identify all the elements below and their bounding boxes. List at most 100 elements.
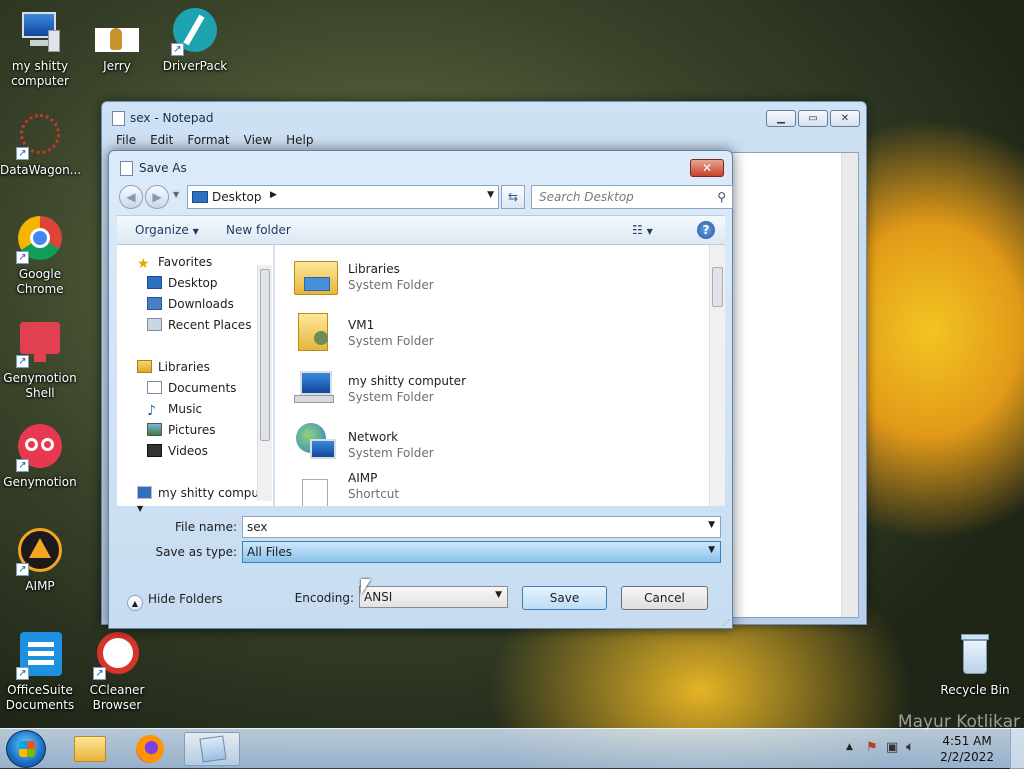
collapse-up-icon: ▲	[127, 595, 143, 611]
menu-file[interactable]: File	[109, 132, 143, 150]
maximize-button[interactable]: ▭	[798, 110, 828, 127]
list-item[interactable]: my shitty computer System Folder	[292, 365, 672, 415]
desktop-icon-label: OfficeSuite Documents	[5, 683, 75, 712]
libraries-icon	[137, 360, 152, 373]
recent-locations-chevron-icon[interactable]: ▼	[173, 190, 179, 199]
nav-pictures[interactable]: Pictures	[147, 423, 216, 437]
downloads-icon	[147, 297, 162, 310]
libraries-folder-icon	[292, 253, 338, 299]
ccleaner-icon: ↗	[93, 632, 141, 680]
nav-libraries[interactable]: Libraries	[137, 360, 210, 374]
new-folder-button[interactable]: New folder	[226, 223, 291, 237]
network-icon[interactable]: ▣	[886, 740, 898, 755]
firefox-icon	[136, 735, 164, 763]
computer-icon	[292, 365, 338, 411]
list-item[interactable]: Libraries System Folder	[292, 253, 672, 303]
desktop-icon-label: Jerry	[103, 59, 131, 73]
taskbar-explorer[interactable]	[62, 732, 118, 766]
list-item[interactable]: AIMP Shortcut	[292, 471, 672, 506]
file-name: my shitty computer	[348, 374, 466, 388]
save-type-dropdown-icon[interactable]: ▼	[708, 545, 715, 555]
shortcut-arrow-icon: ↗	[16, 563, 29, 576]
desktop-icon-datawagon[interactable]: ↗ DataWagon...	[0, 112, 81, 178]
notepad-icon	[112, 111, 125, 126]
nav-recent-places[interactable]: Recent Places	[147, 318, 251, 332]
menu-format[interactable]: Format	[180, 132, 236, 150]
save-type-select[interactable]: All Files ▼	[242, 541, 721, 563]
windows-logo-icon	[19, 741, 35, 757]
forward-button[interactable]: ▶	[145, 185, 169, 209]
menu-edit[interactable]: Edit	[143, 132, 180, 150]
address-dropdown-icon[interactable]: ▼	[487, 190, 494, 200]
encoding-select[interactable]: ANSI ▼	[359, 586, 508, 608]
recent-places-icon	[147, 318, 162, 331]
file-type: Shortcut	[348, 487, 400, 501]
user-folder-icon	[292, 309, 338, 355]
organize-button[interactable]: Organize ▼	[135, 223, 199, 237]
nav-pane-scrollbar[interactable]	[257, 265, 272, 501]
nav-favorites[interactable]: ★ Favorites	[137, 255, 212, 272]
desktop-icon-officesuite[interactable]: ↗ OfficeSuite Documents	[0, 632, 80, 713]
minimize-button[interactable]: ▁	[766, 110, 796, 127]
refresh-button[interactable]: ⇆	[501, 185, 525, 209]
encoding-dropdown-icon[interactable]: ▼	[495, 590, 502, 600]
breadcrumb-chevron-icon[interactable]: ▶	[270, 190, 277, 200]
taskbar-firefox[interactable]	[122, 732, 178, 766]
file-name-input[interactable]: sex ▼	[242, 516, 721, 538]
save-button[interactable]: Save	[522, 586, 607, 610]
save-type-value: All Files	[247, 545, 293, 559]
show-hidden-icons-chevron-icon[interactable]: ▲	[846, 742, 853, 752]
back-button[interactable]: ◀	[119, 185, 143, 209]
notepad-scrollbar[interactable]	[841, 153, 858, 617]
cancel-button[interactable]: Cancel	[621, 586, 708, 610]
desktop-icon-computer[interactable]: my shitty computer	[0, 8, 80, 89]
nav-desktop[interactable]: Desktop	[147, 276, 218, 290]
save-as-dialog[interactable]: Save As ✕ ◀ ▶ ▼ Desktop ▶ ▼ ⇆ Search Des…	[108, 150, 733, 629]
desktop-icon-genymotion-shell[interactable]: ↗ Genymotion Shell	[0, 320, 80, 401]
file-type: System Folder	[348, 446, 434, 460]
search-input[interactable]: Search Desktop ⚲	[531, 185, 733, 209]
close-button[interactable]: ✕	[830, 110, 860, 127]
desktop-icon-recycle-bin[interactable]: Recycle Bin	[935, 632, 1015, 698]
nav-documents[interactable]: Documents	[147, 381, 236, 395]
desktop-icon-chrome[interactable]: ↗ Google Chrome	[0, 216, 80, 297]
action-center-flag-icon[interactable]: ⚑	[866, 740, 878, 755]
nav-label: Documents	[168, 381, 237, 395]
clock[interactable]: 4:51 AM 2/2/2022	[940, 733, 994, 765]
volume-icon[interactable]: 🔈︎	[906, 739, 914, 755]
resize-grip-icon[interactable]: ⋰	[722, 618, 730, 627]
desktop-icon-aimp[interactable]: ↗ AIMP	[0, 528, 80, 594]
nav-computer[interactable]: my shitty compute ▼	[137, 486, 273, 514]
taskbar-notepad[interactable]	[184, 732, 240, 766]
nav-expand-icon[interactable]: ▼	[137, 504, 143, 513]
menu-help[interactable]: Help	[279, 132, 320, 150]
dialog-title: Save As	[139, 161, 187, 175]
dialog-close-button[interactable]: ✕	[690, 159, 724, 177]
desktop-icon-ccleaner[interactable]: ↗ CCleaner Browser	[77, 632, 157, 713]
nav-pane-scroll-thumb[interactable]	[260, 269, 270, 441]
start-button[interactable]	[6, 730, 46, 768]
nav-downloads[interactable]: Downloads	[147, 297, 234, 311]
nav-videos[interactable]: Videos	[147, 444, 208, 458]
list-item[interactable]: VM1 System Folder	[292, 309, 672, 359]
menu-view[interactable]: View	[237, 132, 279, 150]
network-icon	[292, 421, 338, 467]
desktop-icon-genymotion[interactable]: ↗ Genymotion	[0, 424, 80, 490]
help-icon[interactable]: ?	[697, 221, 715, 239]
desktop-icon-driverpack[interactable]: ↗ DriverPack	[155, 8, 235, 74]
hide-folders-button[interactable]: ▲ Hide Folders	[127, 592, 223, 611]
address-bar[interactable]: Desktop ▶ ▼	[187, 185, 499, 209]
desktop-folder-icon	[192, 191, 208, 203]
file-name-dropdown-icon[interactable]: ▼	[708, 520, 715, 530]
show-desktop-button[interactable]	[1010, 729, 1024, 769]
forward-arrow-icon: ▶	[152, 190, 162, 204]
desktop-icon-jerry[interactable]: Jerry	[77, 8, 157, 74]
driverpack-icon: ↗	[171, 8, 219, 56]
file-list-scroll-thumb[interactable]	[712, 267, 723, 307]
desktop-icon-label: Genymotion	[3, 475, 77, 489]
view-options-icon[interactable]: ☷ ▼	[632, 223, 653, 237]
list-item[interactable]: Network System Folder	[292, 421, 672, 471]
genymotion-shell-icon: ↗	[16, 320, 64, 368]
nav-music[interactable]: ♪ Music	[147, 402, 202, 419]
file-list-scrollbar[interactable]	[709, 245, 725, 506]
